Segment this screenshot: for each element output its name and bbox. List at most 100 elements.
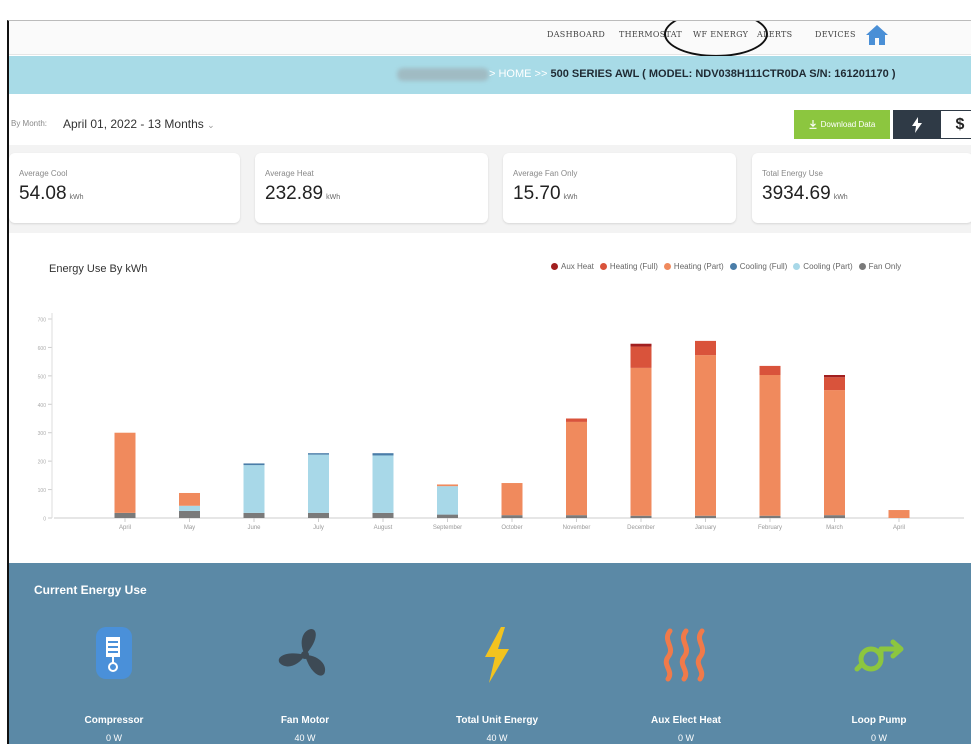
- pump-icon: [854, 639, 904, 672]
- y-tick-label: 600: [38, 346, 47, 352]
- month-filter-label: By Month:: [11, 119, 48, 128]
- bar-segment-aux-heat[interactable]: [824, 375, 845, 378]
- bar-segment-heating-part[interactable]: [179, 492, 200, 506]
- nav-dashboard[interactable]: DASHBOARD: [547, 30, 605, 39]
- stat-value: 3934.69 kWh: [762, 183, 848, 204]
- device-name: Total Unit Energy: [455, 715, 539, 726]
- bar-segment-fan-only[interactable]: [824, 515, 845, 518]
- bar-segment-heating-part[interactable]: [566, 421, 587, 516]
- device-loop-pump: Loop Pump 0 W: [809, 625, 949, 743]
- bar-segment-fan-only[interactable]: [695, 515, 716, 518]
- bar-segment-fan-only[interactable]: [372, 512, 394, 518]
- x-tick-label: April: [893, 525, 905, 531]
- bar-segment-fan-only[interactable]: [114, 512, 136, 518]
- app-frame: DASHBOARD THERMOSTAT WF ENERGY ALERTS DE…: [7, 20, 971, 744]
- breadcrumb-home-link[interactable]: HOME: [498, 68, 531, 80]
- energy-units-toggle[interactable]: [893, 110, 940, 139]
- bar-segment-heating-part[interactable]: [759, 375, 781, 516]
- bar-segment-fan-only[interactable]: [566, 515, 587, 518]
- bar-segment-heating-full[interactable]: [566, 418, 587, 422]
- bar-segment-fan-only[interactable]: [501, 515, 523, 518]
- bar-segment-fan-only[interactable]: [759, 515, 781, 518]
- bar-segment-heating-part[interactable]: [695, 355, 716, 516]
- device-fan-motor: Fan Motor 40 W: [235, 625, 375, 743]
- legend-item-cooling-full[interactable]: Cooling (Full): [729, 262, 787, 271]
- x-tick-label: June: [247, 525, 261, 531]
- lightning-icon: [485, 627, 509, 683]
- legend-dot: [793, 263, 801, 270]
- bar-segment-cooling-full[interactable]: [243, 463, 265, 466]
- bar-segment-cooling-part[interactable]: [372, 455, 394, 513]
- bar-segment-heating-full[interactable]: [824, 377, 845, 391]
- compressor-icon: [96, 627, 132, 679]
- x-tick-label: February: [758, 525, 782, 531]
- download-data-button[interactable]: Download Data: [794, 110, 890, 139]
- download-icon: [809, 120, 817, 129]
- x-tick-label: September: [433, 525, 462, 531]
- bar-segment-heating-part[interactable]: [630, 367, 652, 516]
- bar-segment-heating-part[interactable]: [888, 510, 910, 518]
- nav-thermostat[interactable]: THERMOSTAT: [619, 30, 682, 39]
- bar-segment-fan-only[interactable]: [308, 512, 329, 518]
- legend-dot: [551, 263, 558, 270]
- top-nav: DASHBOARD THERMOSTAT WF ENERGY ALERTS DE…: [9, 21, 971, 57]
- stat-value: 15.70 kWh: [513, 183, 578, 204]
- legend-item-fan-only[interactable]: Fan Only: [858, 262, 902, 271]
- legend-label: Cooling (Part): [803, 262, 853, 271]
- bar-segment-aux-heat[interactable]: [630, 343, 652, 347]
- lightning-bolt-icon: [911, 116, 922, 133]
- device-value: 0 W: [105, 733, 122, 743]
- bar-segment-cooling-part[interactable]: [243, 465, 265, 513]
- x-tick-label: October: [501, 525, 522, 531]
- bar-segment-heating-part[interactable]: [437, 484, 458, 487]
- bar-segment-heating-full[interactable]: [759, 365, 781, 376]
- fan-icon: [278, 629, 326, 676]
- device-name: Loop Pump: [851, 715, 907, 726]
- chart-title: Energy Use By kWh: [49, 263, 148, 275]
- stat-label: Total Energy Use: [762, 169, 823, 178]
- legend-label: Fan Only: [868, 262, 902, 271]
- bar-segment-fan-only[interactable]: [179, 510, 200, 518]
- bar-segment-cooling-full[interactable]: [372, 453, 394, 456]
- month-filter-select[interactable]: April 01, 2022 - 13 Months ⌄: [63, 117, 215, 131]
- bar-segment-heating-part[interactable]: [824, 390, 845, 516]
- current-energy-title: Current Energy Use: [34, 583, 147, 597]
- bar-segment-heating-full[interactable]: [695, 340, 716, 356]
- x-tick-label: May: [184, 525, 195, 531]
- stat-card-average-cool: Average Cool 54.08 kWh: [9, 153, 240, 223]
- cost-units-toggle[interactable]: $: [940, 110, 971, 139]
- legend-dot: [858, 263, 866, 270]
- bar-segment-fan-only[interactable]: [437, 514, 458, 518]
- bar-segment-cooling-full[interactable]: [308, 453, 329, 455]
- bar-segment-heating-part[interactable]: [114, 432, 136, 513]
- bar-segment-cooling-part[interactable]: [179, 505, 200, 511]
- y-tick-label: 200: [38, 460, 47, 466]
- device-aux-elect-heat: Aux Elect Heat 0 W: [616, 625, 756, 743]
- legend-item-aux-heat[interactable]: Aux Heat: [551, 262, 594, 271]
- y-tick-label: 100: [38, 488, 47, 494]
- bar-segment-heating-part[interactable]: [501, 483, 523, 516]
- bar-segment-fan-only[interactable]: [243, 512, 265, 518]
- bar-segment-cooling-part[interactable]: [437, 486, 458, 515]
- x-tick-label: August: [374, 525, 393, 531]
- download-data-label: Download Data: [820, 120, 876, 129]
- bar-segment-fan-only[interactable]: [630, 515, 652, 518]
- legend-item-cooling-part[interactable]: Cooling (Part): [793, 262, 853, 271]
- nav-wf-energy[interactable]: WF ENERGY: [693, 30, 748, 39]
- nav-devices[interactable]: DEVICES: [815, 30, 856, 39]
- legend-item-heating-part[interactable]: Heating (Part): [663, 262, 724, 271]
- x-tick-label: November: [563, 525, 591, 531]
- legend-item-heating-full[interactable]: Heating (Full): [599, 262, 658, 271]
- bar-segment-cooling-part[interactable]: [308, 454, 329, 513]
- legend-dot: [663, 263, 671, 270]
- energy-chart: 0 100 200 300 400 500 600 700 April May June July Au…: [38, 313, 964, 531]
- stat-label: Average Cool: [19, 169, 68, 178]
- nav-alerts[interactable]: ALERTS: [757, 30, 792, 39]
- breadcrumb-text: > HOME >> 500 SERIES AWL ( MODEL: NDV038…: [489, 68, 896, 80]
- home-icon[interactable]: [864, 23, 890, 47]
- x-tick-label: January: [695, 525, 716, 531]
- stat-label: Average Heat: [265, 169, 314, 178]
- chevron-down-icon: ⌄: [207, 120, 215, 130]
- y-tick-label: 300: [38, 431, 47, 437]
- bar-segment-heating-full[interactable]: [630, 346, 652, 368]
